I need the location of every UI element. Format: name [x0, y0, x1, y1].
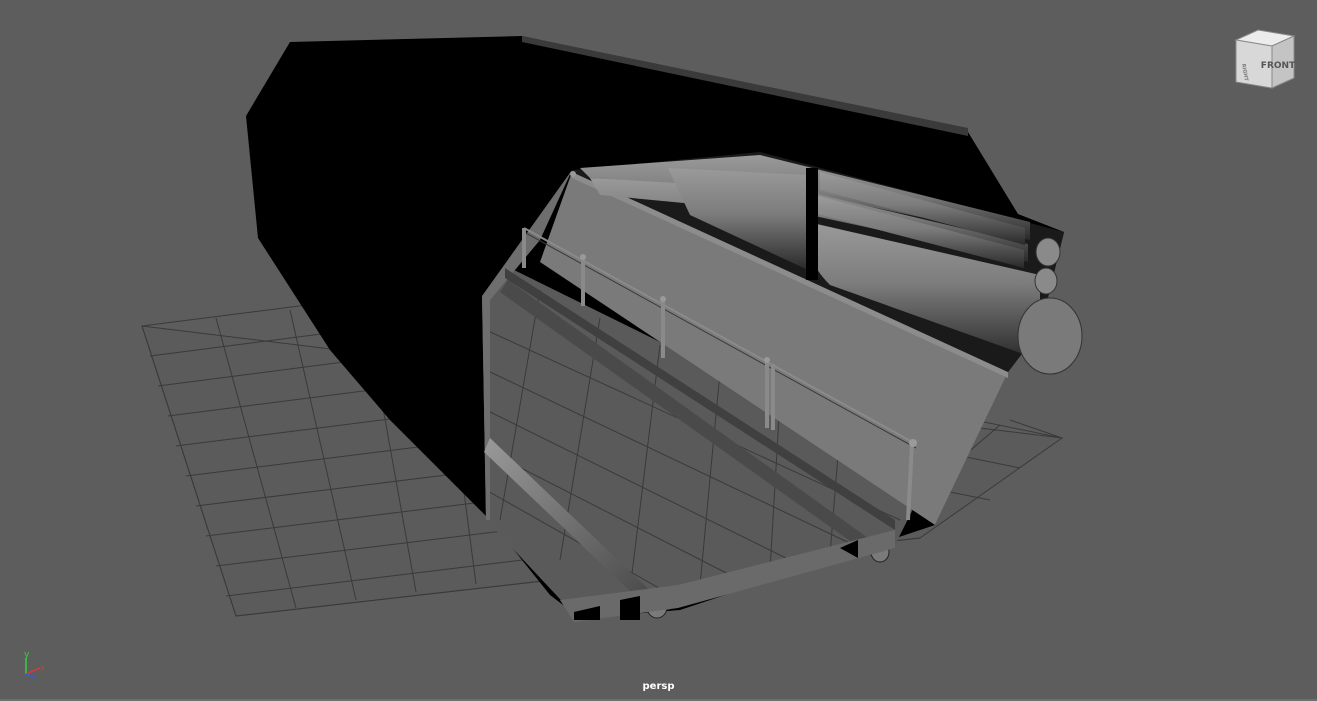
x-axis-line	[25, 667, 41, 675]
view-cube-front-label[interactable]: FRONT	[1261, 61, 1296, 71]
camera-label: persp	[642, 681, 675, 692]
scene-render	[141, 36, 1083, 622]
slab-shadow-2	[620, 596, 640, 620]
perspective-viewport[interactable]: FRONT RIGHT y x persp	[0, 0, 1317, 701]
y-axis-label: y	[24, 650, 30, 660]
view-cube[interactable]: FRONT RIGHT	[1228, 26, 1300, 94]
z-axis-line	[25, 673, 37, 679]
x-axis-label: x	[40, 663, 46, 673]
axis-gizmo: y x	[24, 650, 46, 679]
